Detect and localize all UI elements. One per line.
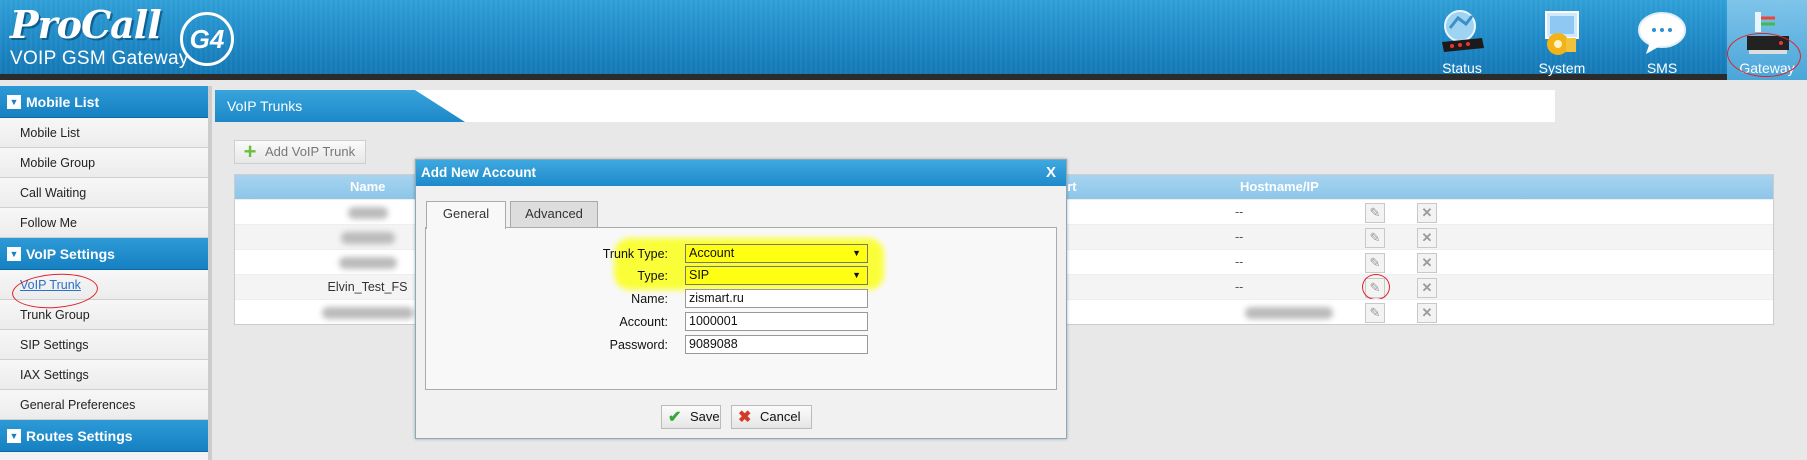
sidebar-item-mobile-group[interactable]: Mobile Group (0, 148, 208, 178)
app-root: ProCall VOIP GSM Gateway G4 Status Syste… (0, 0, 1807, 460)
type-value: SIP (689, 268, 710, 282)
account-row: Account: 1000001 (426, 312, 1058, 332)
trunk-type-label: Trunk Type: (602, 247, 668, 261)
sidebar-item-iax-settings[interactable]: IAX Settings (0, 360, 208, 390)
sidebar-item-label: Trunk Group (20, 308, 90, 322)
checkmark-icon: ✔ (668, 409, 682, 426)
sidebar-item-follow-me[interactable]: Follow Me (0, 208, 208, 238)
trunk-type-row: Trunk Type: Account ▼ (426, 244, 1058, 264)
sidebar-item-sip-settings[interactable]: SIP Settings (0, 330, 208, 360)
system-gear-icon (1545, 11, 1579, 55)
sidebar-group-label: Routes Settings (26, 428, 133, 444)
name-row: Name: zismart.ru (426, 289, 1058, 309)
delete-x-icon[interactable]: ✕ (1417, 253, 1437, 273)
collapse-caret-icon: ▼ (7, 429, 21, 443)
tab-advanced[interactable]: Advanced (510, 201, 598, 227)
edit-pencil-icon[interactable]: ✎ (1365, 228, 1385, 248)
brand-logo: ProCall VOIP GSM Gateway (10, 4, 189, 70)
trunk-type-select[interactable]: Account ▼ (685, 244, 868, 263)
collapse-caret-icon: ▼ (7, 247, 21, 261)
sidebar-item-label: IAX Settings (20, 368, 89, 382)
sms-bubble-icon (1638, 12, 1686, 54)
page-tab-header: VoIP Trunks (215, 90, 1555, 122)
add-account-dialog: Add New Account X General Advanced Trunk… (415, 159, 1067, 439)
sidebar-item-mobile-list[interactable]: Mobile List (0, 118, 208, 148)
sidebar-group-voip-settings[interactable]: ▼ VoIP Settings (0, 238, 208, 270)
password-input[interactable]: 9089088 (685, 335, 868, 354)
brand-name: ProCall (10, 2, 162, 47)
row-host: -- (1235, 230, 1244, 244)
password-row: Password: 9089088 (426, 335, 1058, 355)
account-input[interactable]: 1000001 (685, 312, 868, 331)
close-icon[interactable]: X (1046, 160, 1056, 186)
row-host: -- (1235, 255, 1244, 269)
trunk-type-value: Account (689, 246, 735, 260)
add-voip-trunk-label: Add VoIP Trunk (265, 144, 356, 159)
nav-system-label: System (1538, 60, 1586, 76)
type-select[interactable]: SIP ▼ (685, 266, 868, 285)
sidebar-item-label: Mobile List (20, 126, 80, 140)
sidebar-group-label: Mobile List (26, 94, 100, 110)
dialog-title: Add New Account (421, 165, 537, 180)
sidebar-item-general-preferences[interactable]: General Preferences (0, 390, 208, 420)
sidebar-item-label: Mobile Group (20, 156, 96, 170)
brand-subtitle: VOIP GSM Gateway (10, 48, 189, 69)
dropdown-arrow-icon: ▼ (852, 248, 861, 258)
column-header-name: Name (350, 179, 386, 194)
dropdown-arrow-icon: ▼ (852, 270, 861, 280)
nav-sms-label: SMS (1646, 60, 1678, 76)
name-input[interactable]: zismart.ru (685, 289, 868, 308)
add-voip-trunk-button[interactable]: + Add VoIP Trunk (234, 140, 366, 164)
type-row: Type: SIP ▼ (426, 266, 1058, 286)
general-panel: Trunk Type: Account ▼ Type: SIP ▼ Name: … (425, 227, 1057, 390)
column-header-hostname: Hostname/IP (1240, 179, 1319, 194)
sidebar: ▼ Mobile List Mobile List Mobile Group C… (0, 86, 212, 460)
sidebar-item-call-waiting[interactable]: Call Waiting (0, 178, 208, 208)
sidebar-item-label: General Preferences (20, 398, 136, 412)
collapse-caret-icon: ▼ (7, 95, 21, 109)
account-label: Account: (619, 315, 668, 329)
sidebar-item-label: SIP Settings (20, 338, 89, 352)
delete-x-icon[interactable]: ✕ (1417, 278, 1437, 298)
row-host: -- (1235, 205, 1244, 219)
sidebar-item-label: Follow Me (20, 216, 77, 230)
nav-sms[interactable]: SMS (1624, 0, 1700, 80)
delete-x-icon[interactable]: ✕ (1417, 203, 1437, 223)
edit-pencil-icon[interactable]: ✎ (1365, 203, 1385, 223)
nav-status[interactable]: Status (1424, 0, 1500, 80)
delete-x-icon[interactable]: ✕ (1417, 228, 1437, 248)
annotation-circle-edit (1362, 274, 1390, 300)
plus-icon: + (243, 139, 257, 164)
cancel-x-icon: ✖ (738, 409, 752, 426)
save-label: Save (690, 409, 720, 424)
page-title: VoIP Trunks (215, 90, 465, 122)
save-button[interactable]: ✔ Save (661, 405, 721, 429)
sidebar-item-label: Call Waiting (20, 186, 87, 200)
nav-system[interactable]: System (1524, 0, 1600, 80)
router-status-icon (1442, 10, 1484, 52)
sidebar-group-mobile-list[interactable]: ▼ Mobile List (0, 86, 208, 118)
row-host: -- (1235, 280, 1244, 294)
password-label: Password: (609, 338, 668, 352)
name-label: Name: (631, 292, 668, 306)
dialog-titlebar: Add New Account X (416, 160, 1066, 186)
type-label: Type: (637, 269, 668, 283)
cancel-button[interactable]: ✖ Cancel (731, 405, 812, 429)
brand-badge: G4 (180, 12, 234, 66)
sidebar-group-label: VoIP Settings (26, 246, 115, 262)
tab-general[interactable]: General (426, 201, 506, 229)
sidebar-group-routes-settings[interactable]: ▼ Routes Settings (0, 420, 208, 452)
nav-status-label: Status (1442, 60, 1482, 76)
row-host-redacted (1245, 305, 1333, 319)
edit-pencil-icon[interactable]: ✎ (1365, 253, 1385, 273)
cancel-label: Cancel (760, 409, 801, 424)
delete-x-icon[interactable]: ✕ (1417, 303, 1437, 323)
edit-pencil-icon[interactable]: ✎ (1365, 303, 1385, 323)
